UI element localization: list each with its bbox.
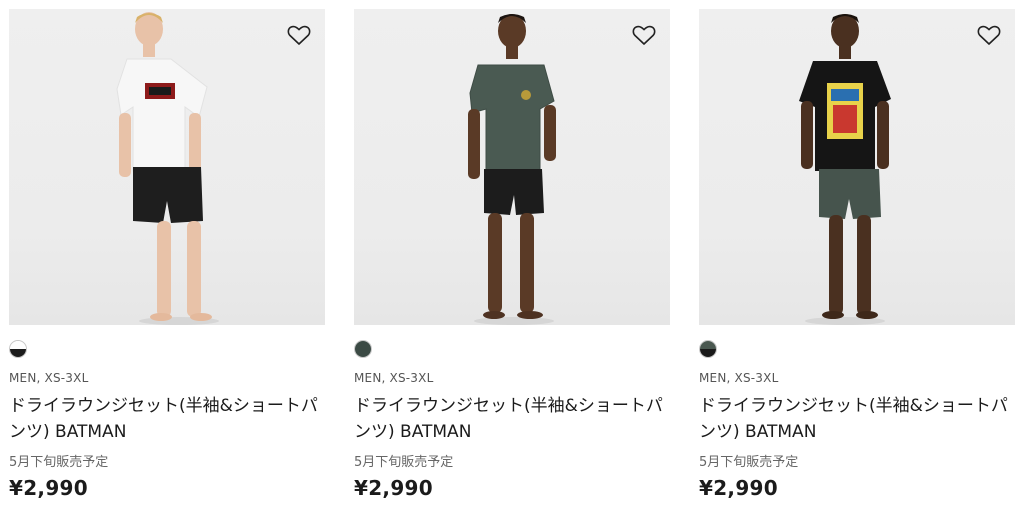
swatch-bottom-color xyxy=(355,349,371,357)
swatch-top-color xyxy=(355,341,371,349)
product-card[interactable]: MEN, XS-3XL ドライラウンジセット(半袖&ショートパンツ) BATMA… xyxy=(9,9,327,506)
product-card[interactable]: MEN, XS-3XL ドライラウンジセット(半袖&ショートパンツ) BATMA… xyxy=(354,9,672,506)
product-gender-size: MEN, XS-3XL xyxy=(699,371,779,385)
heart-outline-icon xyxy=(287,25,311,45)
favorite-button[interactable] xyxy=(285,21,313,49)
product-image[interactable] xyxy=(699,9,1015,325)
product-gender-size: MEN, XS-3XL xyxy=(9,371,89,385)
product-name[interactable]: ドライラウンジセット(半袖&ショートパンツ) BATMAN xyxy=(9,393,325,445)
product-card[interactable]: MEN, XS-3XL ドライラウンジセット(半袖&ショートパンツ) BATMA… xyxy=(699,9,1017,506)
product-gender-size: MEN, XS-3XL xyxy=(354,371,434,385)
color-swatch[interactable] xyxy=(699,340,717,358)
product-image[interactable] xyxy=(354,9,670,325)
release-note: 5月下旬販売予定 xyxy=(699,455,799,470)
heart-outline-icon xyxy=(977,25,1001,45)
product-name[interactable]: ドライラウンジセット(半袖&ショートパンツ) BATMAN xyxy=(699,393,1015,445)
product-price: ¥2,990 xyxy=(699,476,778,500)
release-note: 5月下旬販売予定 xyxy=(9,455,109,470)
product-name[interactable]: ドライラウンジセット(半袖&ショートパンツ) BATMAN xyxy=(354,393,670,445)
swatch-top-color xyxy=(10,341,26,349)
swatch-top-color xyxy=(700,341,716,349)
heart-outline-icon xyxy=(632,25,656,45)
model-photo xyxy=(468,14,556,325)
product-grid: MEN, XS-3XL ドライラウンジセット(半袖&ショートパンツ) BATMA… xyxy=(0,0,1024,506)
swatch-bottom-color xyxy=(700,349,716,357)
product-image[interactable] xyxy=(9,9,325,325)
color-swatch[interactable] xyxy=(354,340,372,358)
release-note: 5月下旬販売予定 xyxy=(354,455,454,470)
model-photo xyxy=(799,14,891,325)
product-price: ¥2,990 xyxy=(354,476,433,500)
product-price: ¥2,990 xyxy=(9,476,88,500)
swatch-bottom-color xyxy=(10,349,26,357)
favorite-button[interactable] xyxy=(630,21,658,49)
favorite-button[interactable] xyxy=(975,21,1003,49)
color-swatch[interactable] xyxy=(9,340,27,358)
model-photo xyxy=(116,12,219,325)
